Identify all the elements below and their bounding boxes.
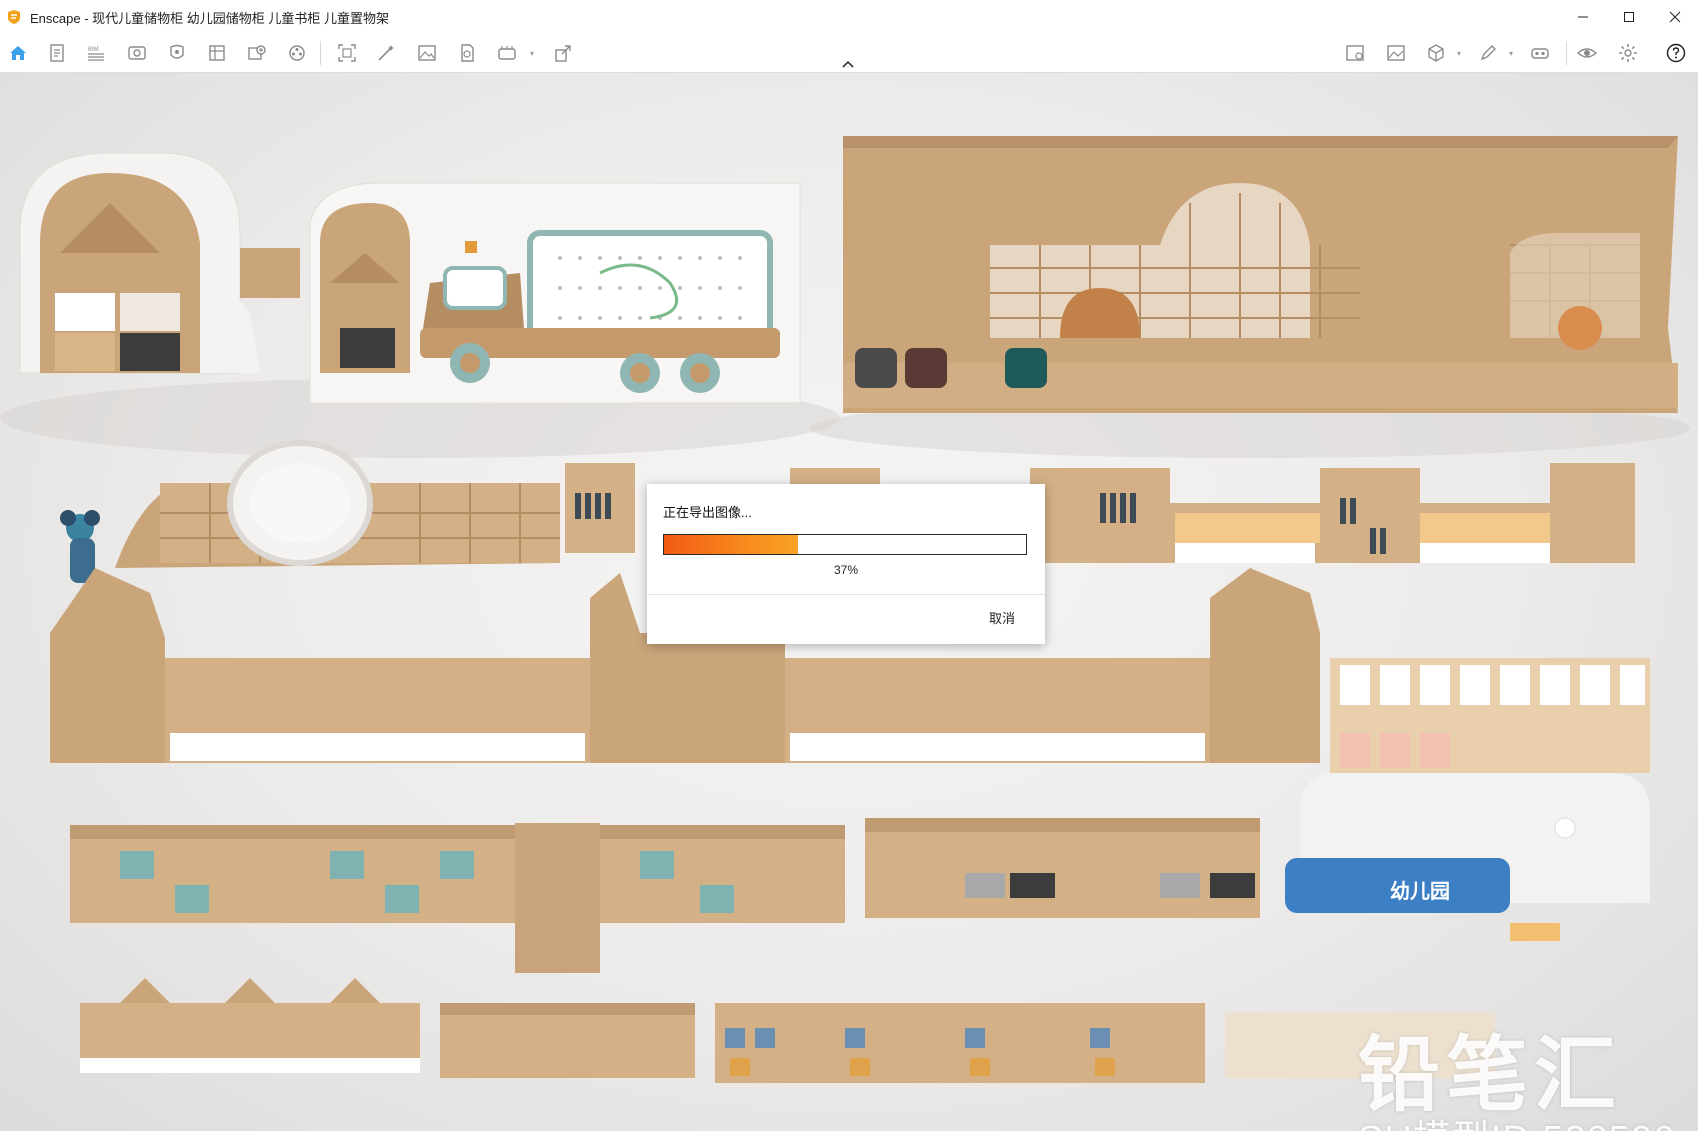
capture-icon (248, 45, 266, 60)
settings-button[interactable] (1617, 42, 1639, 64)
export-icon (555, 45, 571, 62)
gear-icon (1619, 44, 1637, 62)
cube-button[interactable] (1425, 42, 1447, 64)
batch-render-icon (498, 46, 516, 60)
cancel-button[interactable]: 取消 (989, 608, 1015, 627)
magic-icon (378, 45, 394, 61)
watermark-model-id: SU模型ID:520506 (1358, 1108, 1675, 1131)
bottom-shelf-row-group (80, 978, 1495, 1083)
toolbar-separator (320, 41, 321, 65)
bookshelf-row-group (60, 440, 635, 583)
asset-button[interactable] (166, 42, 188, 64)
export-progress-dialog: 正在导出图像... 37% 取消 (647, 484, 1045, 644)
batch-render-button[interactable] (496, 42, 518, 64)
eye-icon (1577, 48, 1597, 58)
svg-text:BIM: BIM (88, 47, 99, 53)
screenshot-button[interactable] (336, 42, 358, 64)
vr-icon (1531, 48, 1549, 59)
view-icon (128, 46, 146, 60)
video-icon (289, 45, 305, 61)
progress-percent: 37% (833, 563, 859, 577)
image-icon (418, 45, 436, 61)
material-icon (209, 45, 225, 61)
minimize-icon (1578, 16, 1588, 18)
batch-dropdown-arrow-icon[interactable]: ▾ (530, 49, 534, 58)
teal-door-cabinet-group (70, 823, 845, 973)
collapse-toolbar-icon[interactable] (840, 58, 856, 70)
bim-button[interactable]: BIM (85, 42, 107, 64)
visual-settings-icon (1346, 45, 1364, 61)
kindergarten-sign-group: 幼儿园 (1285, 773, 1650, 941)
export-progress-fill (664, 535, 798, 554)
material-button[interactable] (206, 42, 228, 64)
kindergarten-sign-text: 幼儿园 (1390, 879, 1450, 903)
document-icon (50, 44, 64, 62)
wood-wall-unit-group (843, 136, 1678, 413)
pen-dropdown-arrow-icon[interactable]: ▾ (1509, 49, 1513, 58)
maximize-button[interactable] (1606, 0, 1652, 34)
close-icon (1669, 11, 1681, 23)
window-controls (1560, 0, 1698, 34)
home-icon (10, 46, 26, 60)
dialog-title: 正在导出图像... (663, 505, 752, 520)
image-settings-button[interactable] (1385, 42, 1407, 64)
export-progress-bar (663, 534, 1027, 555)
export-button[interactable] (552, 42, 574, 64)
vr-button[interactable] (1529, 42, 1551, 64)
mixed-shelf-group (865, 818, 1260, 918)
image-button[interactable] (416, 42, 438, 64)
cube-dropdown-arrow-icon[interactable]: ▾ (1457, 49, 1461, 58)
title-bar: Enscape - 现代儿童储物柜 幼儿园储物柜 儿童书柜 儿童置物架 (0, 0, 1698, 34)
maximize-icon (1624, 12, 1634, 22)
video-button[interactable] (286, 42, 308, 64)
close-button[interactable] (1652, 0, 1698, 34)
screenshot-icon (338, 44, 356, 62)
minimize-button[interactable] (1560, 0, 1606, 34)
image-settings-icon (1387, 45, 1405, 61)
eye-button[interactable] (1576, 42, 1598, 64)
asset-icon (170, 44, 184, 59)
window-title: Enscape - 现代儿童储物柜 幼儿园储物柜 儿童书柜 儿童置物架 (30, 10, 389, 26)
help-icon (1666, 43, 1686, 63)
help-button[interactable] (1665, 42, 1687, 64)
magic-button[interactable] (375, 42, 397, 64)
dialog-divider (647, 594, 1045, 595)
bim-icon: BIM (88, 47, 104, 61)
panorama-button[interactable] (456, 42, 478, 64)
panorama-icon (461, 44, 474, 62)
capture-button[interactable] (246, 42, 268, 64)
pen-button[interactable] (1477, 42, 1499, 64)
cube-icon (1428, 44, 1444, 62)
view-button[interactable] (126, 42, 148, 64)
toolbar-separator (1566, 41, 1567, 65)
document-button[interactable] (46, 42, 68, 64)
enscape-logo-icon (8, 10, 20, 24)
visual-settings-button[interactable] (1344, 42, 1366, 64)
pen-icon (1480, 45, 1496, 61)
home-button[interactable] (7, 42, 29, 64)
